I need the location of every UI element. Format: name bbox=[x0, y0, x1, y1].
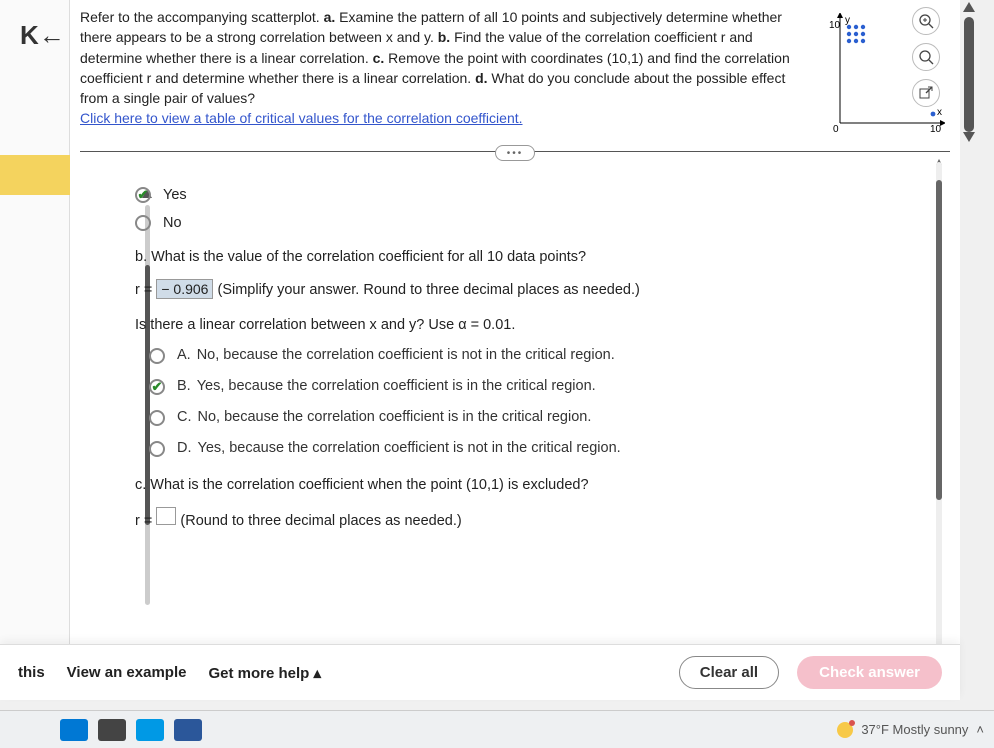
get-more-help-link[interactable]: Get more help ▴ bbox=[208, 664, 321, 682]
view-example-link[interactable]: View an example bbox=[67, 664, 187, 682]
taskbar-right: 37°F Mostly sunny ˄ bbox=[837, 722, 994, 738]
weather-text[interactable]: 37°F Mostly sunny bbox=[861, 722, 968, 737]
radio-opt-d[interactable] bbox=[149, 441, 165, 457]
opt-a-text: No, because the correlation coefficient … bbox=[197, 347, 615, 363]
r-hint-c: (Round to three decimal places as needed… bbox=[180, 513, 461, 529]
footer-bar: this View an example Get more help ▴ Cle… bbox=[0, 644, 960, 700]
r-prefix: r = bbox=[135, 282, 156, 298]
question-prompt: Refer to the accompanying scatterplot. a… bbox=[25, 5, 820, 133]
opt-a-label: A. bbox=[177, 347, 191, 363]
r-input-row: r = − 0.906 (Simplify your answer. Round… bbox=[135, 279, 900, 299]
opt-b-text: Yes, because the correlation coefficient… bbox=[197, 378, 596, 394]
main-panel: Refer to the accompanying scatterplot. a… bbox=[70, 0, 960, 700]
outer-scroll-down-icon[interactable] bbox=[963, 132, 975, 142]
app-icon-1[interactable] bbox=[60, 719, 88, 741]
part-a-label: a. bbox=[324, 9, 336, 25]
radio-no[interactable] bbox=[135, 215, 151, 231]
origin-label: 0 bbox=[833, 124, 839, 133]
mc-options: A. No, because the correlation coefficie… bbox=[149, 347, 900, 457]
highlight-marker bbox=[0, 155, 70, 195]
opt-b-label: B. bbox=[177, 378, 191, 394]
part-b-label: b. bbox=[438, 29, 450, 45]
chart-tools bbox=[912, 7, 940, 107]
outer-scroll-thumb[interactable] bbox=[964, 17, 974, 132]
question-header: Refer to the accompanying scatterplot. a… bbox=[80, 5, 950, 152]
linear-correlation-question: Is there a linear correlation between x … bbox=[135, 317, 900, 333]
y-axis-label: y bbox=[845, 15, 850, 26]
part-c-question: c. What is the correlation coefficient w… bbox=[135, 477, 900, 493]
taskbar: 37°F Mostly sunny ˄ bbox=[0, 710, 994, 748]
r-value-input[interactable]: − 0.906 bbox=[156, 279, 213, 299]
radio-opt-c[interactable] bbox=[149, 410, 165, 426]
prompt-prefix: Refer to the accompanying scatterplot. bbox=[80, 9, 324, 25]
part-d-label: d. bbox=[475, 70, 487, 86]
popout-icon[interactable] bbox=[912, 79, 940, 107]
y-max-label: 10 bbox=[829, 20, 841, 31]
part-c-label: c. bbox=[373, 50, 385, 66]
radio-opt-b[interactable] bbox=[149, 379, 165, 395]
chevron-up-icon[interactable]: ˄ bbox=[976, 722, 984, 737]
r-hint: (Simplify your answer. Round to three de… bbox=[218, 282, 640, 298]
opt-c-text: No, because the correlation coefficient … bbox=[198, 409, 592, 425]
taskbar-apps bbox=[0, 719, 202, 741]
opt-c-label: C. bbox=[177, 409, 192, 425]
zoom-icon[interactable] bbox=[912, 43, 940, 71]
opt-d-label: D. bbox=[177, 440, 192, 456]
scrollbar-thumb[interactable] bbox=[936, 180, 942, 500]
option-yes: Yes bbox=[163, 187, 187, 203]
app-icon-4[interactable] bbox=[174, 719, 202, 741]
opt-d-text: Yes, because the correlation coefficient… bbox=[198, 440, 621, 456]
question-body: Yes No b. What is the value of the corre… bbox=[80, 152, 950, 700]
app-icon-3[interactable] bbox=[136, 719, 164, 741]
check-answer-button[interactable]: Check answer bbox=[797, 656, 942, 689]
radio-opt-a[interactable] bbox=[149, 348, 165, 364]
clear-all-button[interactable]: Clear all bbox=[679, 656, 779, 689]
r-prefix-c: r = bbox=[135, 513, 156, 529]
critical-values-link[interactable]: Click here to view a table of critical v… bbox=[80, 110, 523, 126]
footer-links: this View an example Get more help ▴ bbox=[18, 664, 321, 682]
option-no: No bbox=[163, 215, 182, 231]
r-input-row-c: r = (Round to three decimal places as ne… bbox=[135, 507, 900, 529]
weather-icon[interactable] bbox=[837, 722, 853, 738]
x-axis-label: x bbox=[937, 107, 942, 118]
app-icon-2[interactable] bbox=[98, 719, 126, 741]
outer-scrollbar[interactable] bbox=[963, 2, 975, 692]
footer-this-link[interactable]: this bbox=[18, 664, 45, 682]
zoom-in-icon[interactable] bbox=[912, 7, 940, 35]
r-value-input-c[interactable] bbox=[156, 507, 176, 525]
outer-scroll-up-icon[interactable] bbox=[963, 2, 975, 12]
radio-yes[interactable] bbox=[135, 187, 151, 203]
part-b-question: b. What is the value of the correlation … bbox=[135, 249, 900, 265]
x-max-label: 10 bbox=[930, 124, 942, 133]
